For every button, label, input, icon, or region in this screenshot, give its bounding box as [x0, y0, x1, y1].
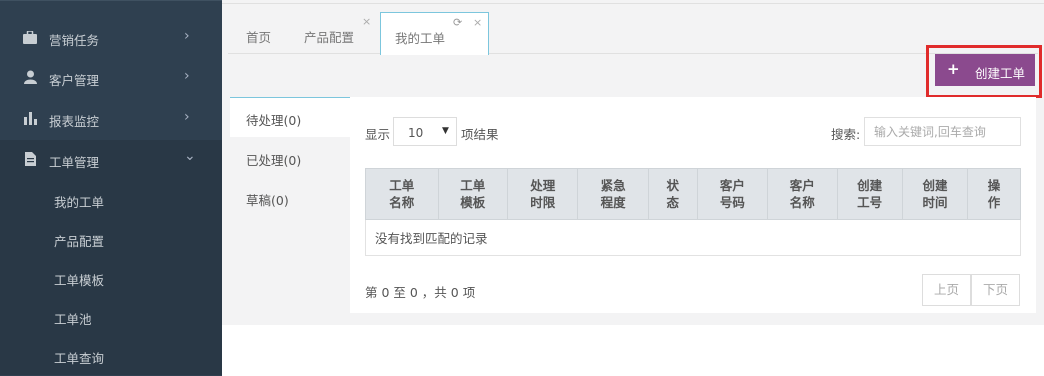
pagination-info: 第 0 至 0 ，共 0 项 — [365, 285, 476, 300]
column-header[interactable]: 客户 名称 — [767, 168, 838, 220]
column-header[interactable]: 工单 模板 — [437, 168, 508, 220]
status-tab-label: 待处理(0) — [246, 113, 302, 128]
main-top-divider — [222, 3, 1044, 4]
status-tab-label: 已处理(0) — [246, 153, 302, 168]
search-input[interactable] — [864, 117, 1021, 146]
tab-label: 首页 — [246, 30, 272, 45]
create-ticket-button[interactable]: + 创建工单 — [935, 54, 1035, 86]
search-label: 搜索: — [831, 127, 861, 142]
tab-label: 我的工单 — [395, 31, 446, 46]
show-label: 显示 — [365, 127, 391, 142]
plus-icon: + — [947, 60, 960, 78]
ticket-table: 工单 名称 工单 模板 处理 时限 紧急 程度 状态 客户 号码 客户 名称 创建 工号 创建… — [365, 168, 1021, 256]
status-tab-pending[interactable]: 待处理(0) — [230, 97, 350, 137]
sidebar-subitem-label: 我的工单 — [54, 195, 105, 210]
status-tab-label: 草稿(0) — [246, 193, 289, 208]
items-label: 项结果 — [461, 127, 499, 142]
sidebar-item-report-monitoring[interactable]: 报表监控 › — [0, 99, 222, 139]
sidebar-subitem-my-tickets[interactable]: 我的工单 — [0, 180, 222, 219]
sidebar-item-label: 报表监控 — [49, 114, 100, 129]
page-size-value: 10 — [408, 126, 424, 140]
next-page-button[interactable]: 下页 — [971, 274, 1020, 306]
close-icon[interactable]: × — [362, 15, 371, 28]
column-header[interactable]: 操作 — [967, 168, 1021, 220]
tab-home[interactable]: 首页 — [230, 12, 288, 55]
page-size-select[interactable]: 10 ▼ — [393, 117, 457, 146]
close-icon[interactable]: × — [473, 16, 482, 29]
column-header[interactable]: 状态 — [647, 168, 698, 220]
sidebar-subitem-label: 产品配置 — [54, 234, 105, 249]
sidebar: 营销任务 › 客户管理 › 报表监控 › 工单管理 ⌄ 我的工单 产品配置 工单… — [0, 0, 222, 376]
empty-message: 没有找到匹配的记录 — [365, 219, 1021, 256]
sidebar-subitem-ticket-templates[interactable]: 工单模板 — [0, 258, 222, 297]
table-row: 没有找到匹配的记录 — [365, 219, 1021, 256]
chevron-right-icon: › — [184, 68, 190, 84]
column-header[interactable]: 创建 工号 — [836, 168, 903, 220]
chevron-right-icon: › — [184, 109, 190, 125]
refresh-icon[interactable]: ⟳ — [453, 16, 462, 29]
column-header[interactable]: 工单 名称 — [365, 168, 439, 220]
status-tab-drafts[interactable]: 草稿(0) — [230, 178, 350, 218]
sidebar-item-marketing-tasks[interactable]: 营销任务 › — [0, 18, 222, 58]
column-header[interactable]: 客户 号码 — [696, 168, 769, 220]
column-header[interactable]: 处理 时限 — [506, 168, 579, 220]
sidebar-subitem-label: 工单查询 — [54, 351, 105, 366]
sidebar-subitem-label: 工单池 — [54, 312, 92, 327]
briefcase-icon — [23, 30, 37, 44]
user-icon — [23, 70, 37, 84]
sidebar-subitem-product-config[interactable]: 产品配置 — [0, 219, 222, 258]
status-tab-processed[interactable]: 已处理(0) — [230, 138, 350, 178]
chevron-down-icon: ⌄ — [184, 148, 196, 164]
chevron-right-icon: › — [184, 28, 190, 44]
sidebar-subitem-ticket-pool[interactable]: 工单池 — [0, 297, 222, 336]
tab-my-tickets[interactable]: 我的工单 ⟳ × — [380, 12, 489, 55]
caret-down-icon: ▼ — [442, 126, 449, 136]
bar-chart-icon — [23, 111, 37, 125]
sidebar-top-divider — [0, 0, 222, 1]
column-header[interactable]: 创建 时间 — [901, 168, 969, 220]
tab-product-config[interactable]: 产品配置 × — [288, 12, 380, 55]
tab-label: 产品配置 — [304, 30, 355, 45]
sidebar-item-label: 营销任务 — [49, 33, 100, 48]
sidebar-item-label: 客户管理 — [49, 73, 100, 88]
table-header-row: 工单 名称 工单 模板 处理 时限 紧急 程度 状态 客户 号码 客户 名称 创建 工号 创建… — [365, 168, 1021, 220]
sidebar-item-ticket-management[interactable]: 工单管理 ⌄ — [0, 140, 222, 180]
column-header[interactable]: 紧急 程度 — [577, 168, 649, 220]
sidebar-subitem-label: 工单模板 — [54, 273, 105, 288]
sidebar-item-customer-management[interactable]: 客户管理 › — [0, 58, 222, 98]
prev-page-button[interactable]: 上页 — [922, 274, 971, 306]
create-ticket-label: 创建工单 — [975, 66, 1026, 81]
sidebar-subitem-ticket-query[interactable]: 工单查询 — [0, 336, 222, 375]
file-icon — [23, 152, 37, 166]
sidebar-item-label: 工单管理 — [49, 155, 100, 170]
